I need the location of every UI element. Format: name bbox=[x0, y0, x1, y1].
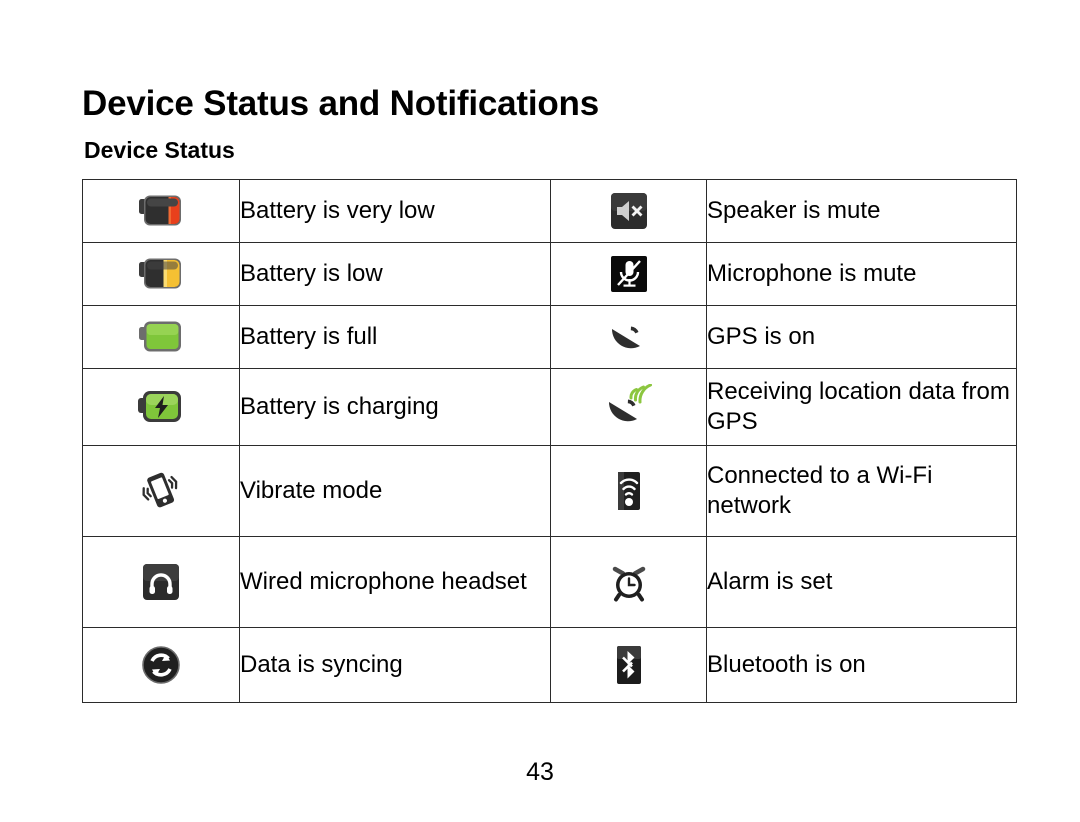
wired-headset-icon bbox=[141, 562, 181, 602]
icon-cell-battery-very-low bbox=[82, 179, 240, 243]
table-row: Battery is full GPS is on bbox=[82, 305, 1017, 369]
icon-cell-data-sync bbox=[82, 627, 240, 703]
wifi-connected-icon bbox=[614, 470, 644, 512]
document-page: Device Status and Notifications Device S… bbox=[0, 0, 1080, 822]
label-alarm-set: Alarm is set bbox=[706, 536, 1017, 628]
label-bluetooth-on: Bluetooth is on bbox=[706, 627, 1017, 703]
table-row: Data is syncing Bluetooth is on bbox=[82, 627, 1017, 703]
label-battery-charging: Battery is charging bbox=[239, 368, 551, 446]
table-row: Battery is very low Speaker is mute bbox=[82, 179, 1017, 243]
label-wired-headset: Wired microphone headset bbox=[239, 536, 551, 628]
gps-on-icon bbox=[607, 317, 651, 357]
battery-very-low-icon bbox=[138, 193, 184, 229]
page-number: 43 bbox=[526, 758, 554, 786]
label-vibrate-mode: Vibrate mode bbox=[239, 445, 551, 537]
icon-cell-gps-receiving bbox=[550, 368, 707, 446]
label-gps-receiving: Receiving location data from GPS bbox=[706, 368, 1017, 446]
icon-cell-alarm-clock bbox=[550, 536, 707, 628]
label-battery-low: Battery is low bbox=[239, 242, 551, 306]
bluetooth-on-icon bbox=[614, 645, 644, 685]
icon-cell-wifi-connected bbox=[550, 445, 707, 537]
icon-cell-bluetooth-on bbox=[550, 627, 707, 703]
section-heading: Device Status bbox=[84, 137, 235, 163]
table-row: Battery is low Microphone is mute bbox=[82, 242, 1017, 306]
icon-cell-battery-charging bbox=[82, 368, 240, 446]
icon-cell-battery-full bbox=[82, 305, 240, 369]
vibrate-mode-icon bbox=[138, 468, 184, 514]
speaker-mute-icon bbox=[609, 191, 649, 231]
label-wifi-connected: Connected to a Wi-Fi network bbox=[706, 445, 1017, 537]
icon-cell-gps-on bbox=[550, 305, 707, 369]
label-speaker-mute: Speaker is mute bbox=[706, 179, 1017, 243]
battery-charging-icon bbox=[137, 388, 185, 426]
icon-cell-microphone-mute bbox=[550, 242, 707, 306]
label-gps-on: GPS is on bbox=[706, 305, 1017, 369]
label-microphone-mute: Microphone is mute bbox=[706, 242, 1017, 306]
microphone-mute-icon bbox=[609, 254, 649, 294]
icon-cell-vibrate-mode bbox=[82, 445, 240, 537]
table-row: Vibrate mode Connected to a Wi-Fi networ… bbox=[82, 445, 1017, 537]
icon-cell-battery-low bbox=[82, 242, 240, 306]
icon-cell-speaker-mute bbox=[550, 179, 707, 243]
page-title: Device Status and Notifications bbox=[82, 84, 599, 123]
data-sync-icon bbox=[141, 645, 181, 685]
label-data-syncing: Data is syncing bbox=[239, 627, 551, 703]
battery-low-icon bbox=[138, 256, 184, 292]
gps-receiving-icon bbox=[605, 383, 653, 430]
label-battery-full: Battery is full bbox=[239, 305, 551, 369]
table-row: Wired microphone headset Alarm is set bbox=[82, 536, 1017, 628]
battery-full-icon bbox=[138, 319, 184, 355]
icon-cell-wired-headset bbox=[82, 536, 240, 628]
device-status-table: Battery is very low Speaker is mute Batt… bbox=[82, 179, 1017, 703]
label-battery-very-low: Battery is very low bbox=[239, 179, 551, 243]
alarm-clock-icon bbox=[607, 560, 651, 604]
table-row: Battery is charging Receiving location d… bbox=[82, 368, 1017, 446]
